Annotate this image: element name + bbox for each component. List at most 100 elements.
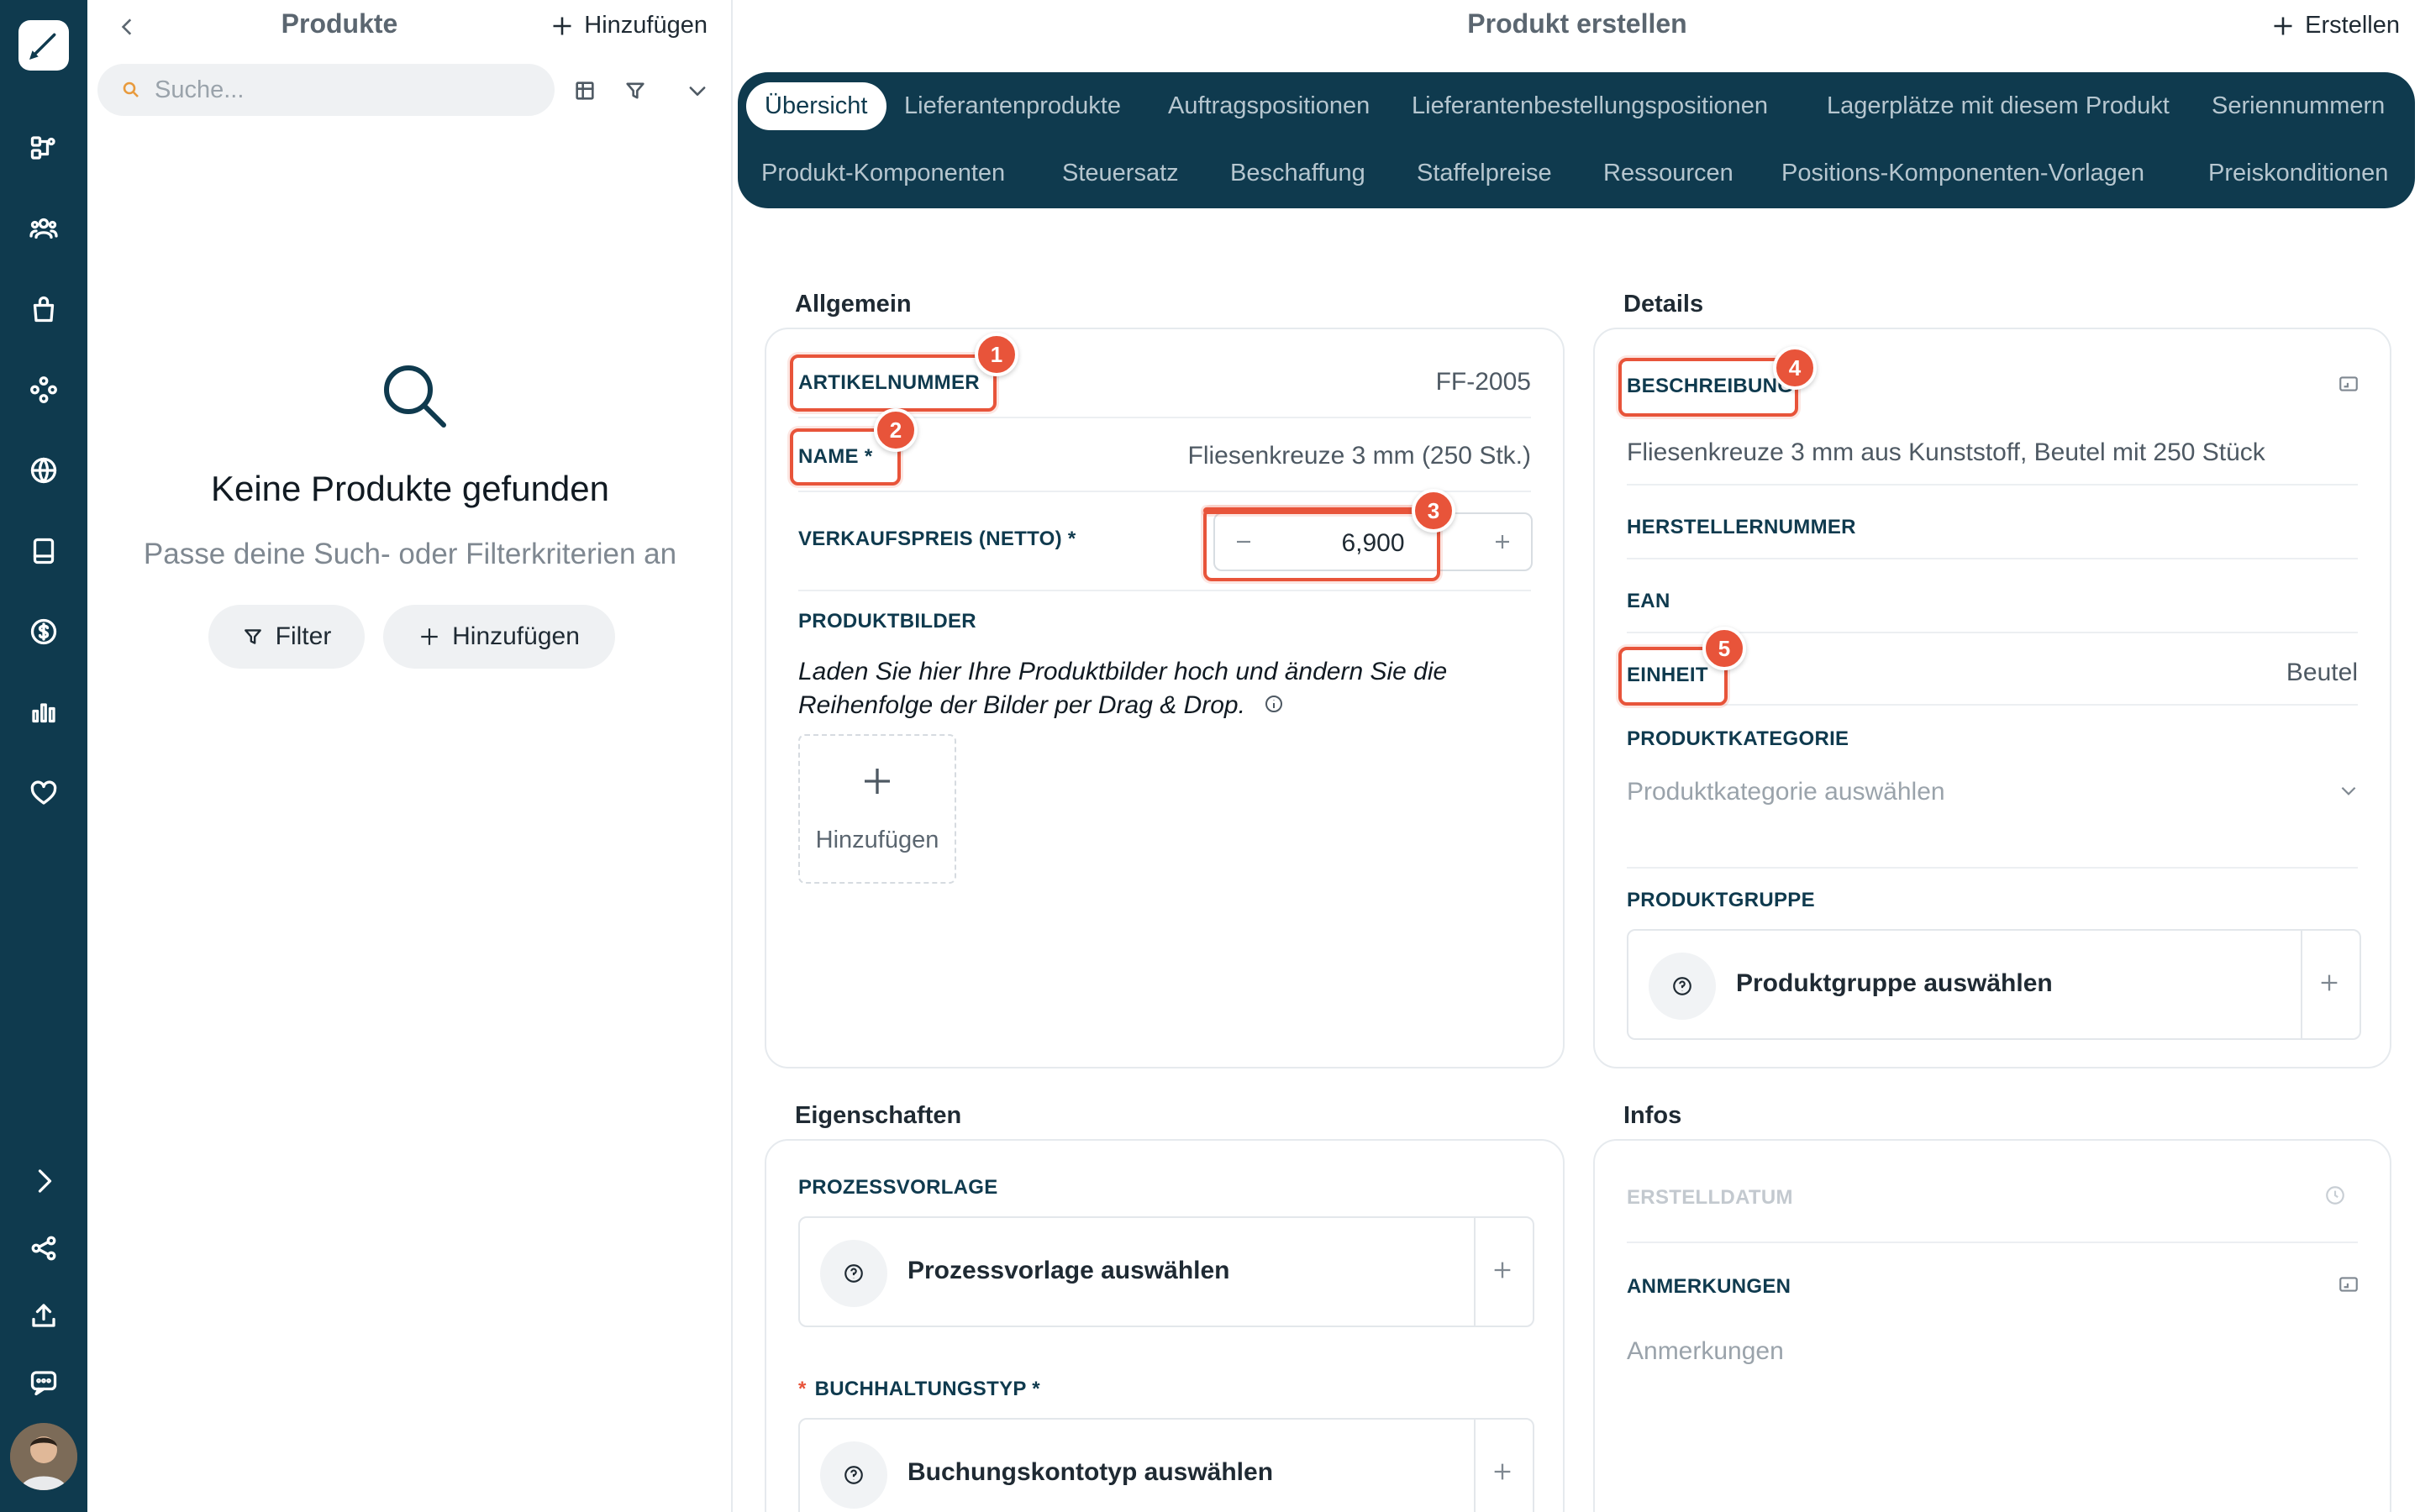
question-icon [820,1441,887,1509]
chart-icon[interactable] [24,692,64,732]
heart-icon[interactable] [24,773,64,813]
tab-positions-komponenten-vorlagen[interactable]: Positions-Komponenten-Vorlagen [1781,160,2144,187]
highlight-artikelnummer [790,354,997,412]
anmerkungen-label: ANMERKUNGEN [1627,1275,1791,1298]
produktkategorie-select[interactable]: Produktkategorie auswählen [1627,778,1945,806]
buchhaltungstyp-label: * BUCHHALTUNGSTYP * [798,1378,1040,1401]
erstelldatum-label: ERSTELLDATUM [1627,1186,1793,1209]
tab-lieferantenprodukte[interactable]: Lieferantenprodukte [904,92,1121,120]
section-eigenschaften: Eigenschaften [795,1102,962,1129]
prozessvorlage-select[interactable]: Prozessvorlage auswählen [798,1216,1534,1327]
panel-header: Produkte Hinzufügen [87,0,733,54]
annotation-badge-4: 4 [1773,346,1817,390]
produktkategorie-label: PRODUKTKATEGORIE [1627,727,1849,750]
filter-label: Filter [275,622,332,650]
create-button[interactable]: Erstellen [2271,12,2400,39]
anmerkungen-input[interactable]: Anmerkungen [1627,1337,1784,1366]
expand-icon[interactable] [24,1161,64,1201]
divider [2301,931,2302,1038]
upload-label: Hinzufügen [815,826,939,853]
modules-icon[interactable] [24,370,64,410]
share-icon[interactable] [24,1228,64,1268]
plus-icon [865,768,890,794]
plus-icon [2274,17,2292,34]
filter-icon[interactable] [618,74,652,108]
expand-editor-icon[interactable] [2338,1273,2360,1299]
tab-uebersicht[interactable]: Übersicht [746,82,886,130]
tab-ressourcen[interactable]: Ressourcen [1603,160,1733,187]
globe-icon[interactable] [24,450,64,491]
tab-beschaffung[interactable]: Beschaffung [1230,160,1365,187]
search-icon [123,81,139,97]
avatar[interactable] [10,1423,77,1490]
produktbilder-hint-line1: Laden Sie hier Ihre Produktbilder hoch u… [798,658,1448,685]
divider [1627,704,2358,706]
question-icon [1649,953,1716,1020]
plus-icon[interactable] [2317,971,2344,998]
divider [1474,1218,1476,1326]
filter-button[interactable]: Filter [208,605,365,669]
product-form: Produkt erstellen Erstellen Übersicht Li… [734,0,2420,1512]
info-icon[interactable] [1264,690,1284,723]
plus-icon [421,628,438,645]
clock-icon [2324,1184,2346,1210]
empty-search-icon [378,360,450,432]
card-eigenschaften: PROZESSVORLAGE Prozessvorlage auswählen … [765,1139,1565,1512]
required-star: * [798,1378,807,1400]
buchungskontotyp-select-label: Buchungskontotyp auswählen [908,1458,1274,1486]
produktgruppe-label: PRODUKTGRUPPE [1627,889,1815,911]
annotation-badge-2: 2 [874,408,918,452]
plus-icon[interactable] [1491,1460,1518,1487]
verkaufspreis-label: VERKAUFSPREIS (NETTO) * [798,528,1076,550]
artikelnummer-value[interactable]: FF-2005 [1436,368,1531,396]
document-icon[interactable] [24,531,64,571]
empty-add-button[interactable]: Hinzufügen [383,605,615,669]
buchungskontotyp-select[interactable]: Buchungskontotyp auswählen [798,1418,1534,1512]
highlight-verkaufspreis [1203,507,1440,581]
image-upload-button[interactable]: Hinzufügen [798,734,956,884]
search-field[interactable] [97,64,555,116]
beschreibung-value[interactable]: Fliesenkreuze 3 mm aus Kunststoff, Beute… [1627,438,2265,467]
tab-preiskonditionen[interactable]: Preiskonditionen [2208,160,2388,187]
chevron-down-icon[interactable] [2338,780,2360,806]
add-product-button[interactable]: Hinzufügen [550,12,708,39]
logo-pen-icon[interactable] [18,20,69,71]
chevron-down-icon[interactable] [681,74,714,108]
tab-seriennummern[interactable]: Seriennummern [2212,92,2385,120]
plus-icon[interactable] [1491,1258,1518,1285]
plus-icon[interactable] [1479,514,1526,570]
einheit-value[interactable]: Beutel [2286,659,2358,687]
section-allgemein: Allgemein [795,291,912,318]
produktgruppe-select[interactable]: Produktgruppe auswählen [1627,929,2361,1040]
dollar-icon[interactable] [24,612,64,652]
chat-icon[interactable] [24,1362,64,1403]
panel-title: Produkte [281,8,398,39]
tab-produkt-komponenten[interactable]: Produkt-Komponenten [761,160,1005,187]
app-sidebar [0,0,87,1512]
produktbilder-hint: Laden Sie hier Ihre Produktbilder hoch u… [798,655,1447,723]
table-view-icon[interactable] [568,74,602,108]
tab-lagerplaetze[interactable]: Lagerplätze mit diesem Produkt [1827,92,2170,120]
tab-lieferantenbestellungspositionen[interactable]: Lieferantenbestellungspositionen [1412,92,1768,120]
produktbilder-hint-line2: Reihenfolge der Bilder per Drag & Drop. [798,691,1245,719]
search-input[interactable] [155,76,508,104]
highlight-beschreibung [1618,358,1798,417]
tab-auftragspositionen[interactable]: Auftragspositionen [1168,92,1370,120]
divider [1627,558,2358,559]
bag-icon[interactable] [24,289,64,329]
expand-editor-icon[interactable] [2338,373,2360,399]
annotation-badge-5: 5 [1702,627,1746,670]
section-details: Details [1623,291,1704,318]
name-value[interactable]: Fliesenkreuze 3 mm (250 Stk.) [1188,442,1531,470]
page-title: Produkt erstellen [1467,8,1687,39]
tab-staffelpreise[interactable]: Staffelpreise [1417,160,1552,187]
workflow-icon[interactable] [24,128,64,168]
tab-steuersatz[interactable]: Steuersatz [1062,160,1179,187]
tab-bar: Übersicht Lieferantenprodukte Auftragspo… [738,72,2415,208]
annotation-badge-3: 3 [1412,489,1455,533]
upload-icon[interactable] [24,1295,64,1336]
prozessvorlage-select-label: Prozessvorlage auswählen [908,1257,1230,1284]
section-infos: Infos [1623,1102,1682,1129]
empty-state-title: Keine Produkte gefunden [210,469,610,508]
users-icon[interactable] [24,208,64,249]
